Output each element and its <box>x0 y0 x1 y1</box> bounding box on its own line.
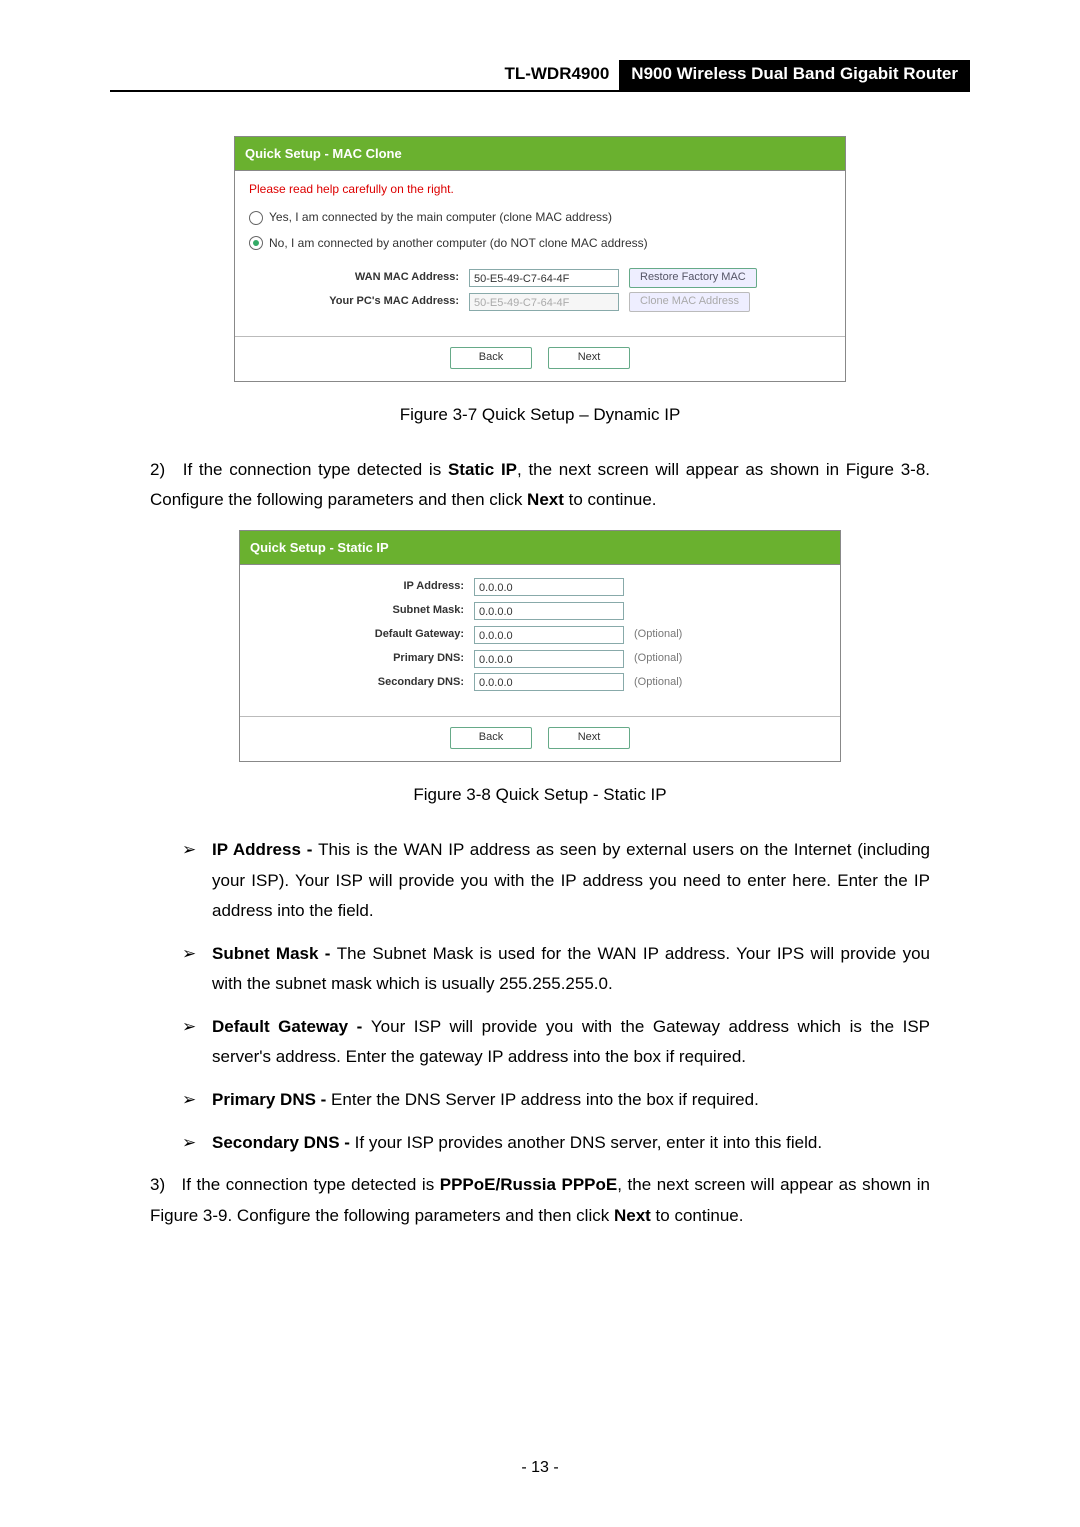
field-label: Primary DNS: <box>254 649 474 669</box>
field-input[interactable]: 0.0.0.0 <box>474 578 624 596</box>
form-row: Secondary DNS:0.0.0.0 (Optional) <box>254 673 826 693</box>
radio-no-label: No, I am connected by another computer (… <box>269 233 648 255</box>
bullet-text: Secondary DNS - If your ISP provides ano… <box>212 1128 930 1159</box>
field-label: Subnet Mask: <box>254 601 474 621</box>
field-input[interactable]: 0.0.0.0 <box>474 673 624 691</box>
bullet-text: Default Gateway - Your ISP will provide … <box>212 1012 930 1073</box>
bullet-mark-icon: ➢ <box>180 1012 212 1073</box>
field-label: Secondary DNS: <box>254 673 474 693</box>
form-row: Default Gateway:0.0.0.0 (Optional) <box>254 625 826 645</box>
back-button[interactable]: Back <box>450 347 532 369</box>
clone-mac-button: Clone MAC Address <box>629 292 750 312</box>
form-row: Primary DNS:0.0.0.0 (Optional) <box>254 649 826 669</box>
model-label: TL-WDR4900 <box>494 60 619 90</box>
radio-yes-label: Yes, I am connected by the main computer… <box>269 207 612 229</box>
figure-3-7: Quick Setup - MAC Clone Please read help… <box>150 136 930 382</box>
mac-clone-panel: Quick Setup - MAC Clone Please read help… <box>234 136 846 382</box>
page-content: Quick Setup - MAC Clone Please read help… <box>110 92 970 1231</box>
field-input[interactable]: 0.0.0.0 <box>474 602 624 620</box>
figure-3-8-caption: Figure 3-8 Quick Setup - Static IP <box>150 780 930 811</box>
step-3-paragraph: 3) If the connection type detected is PP… <box>150 1170 930 1231</box>
next-button[interactable]: Next <box>548 347 630 369</box>
bullet-mark-icon: ➢ <box>180 835 212 927</box>
figure-3-8: Quick Setup - Static IP IP Address:0.0.0… <box>150 530 930 762</box>
optional-hint: (Optional) <box>634 625 682 645</box>
panel-title: Quick Setup - Static IP <box>240 531 840 565</box>
static-ip-panel: Quick Setup - Static IP IP Address:0.0.0… <box>239 530 841 762</box>
field-label: Default Gateway: <box>254 625 474 645</box>
panel-nav: Back Next <box>235 336 845 381</box>
bullet-text: Subnet Mask - The Subnet Mask is used fo… <box>212 939 930 1000</box>
bullet-item: ➢Primary DNS - Enter the DNS Server IP a… <box>180 1085 930 1116</box>
radio-icon <box>249 236 263 250</box>
help-note: Please read help carefully on the right. <box>249 179 831 201</box>
optional-hint: (Optional) <box>634 649 682 669</box>
step-2-paragraph: 2) If the connection type detected is St… <box>150 455 930 516</box>
bullet-text: IP Address - This is the WAN IP address … <box>212 835 930 927</box>
page-header: TL-WDR4900 N900 Wireless Dual Band Gigab… <box>110 60 970 92</box>
restore-mac-button[interactable]: Restore Factory MAC <box>629 268 757 288</box>
panel-nav: Back Next <box>240 716 840 761</box>
bullet-mark-icon: ➢ <box>180 1085 212 1116</box>
radio-icon <box>249 211 263 225</box>
list-number: 2) <box>150 455 176 486</box>
field-input[interactable]: 0.0.0.0 <box>474 650 624 668</box>
wan-mac-label: WAN MAC Address: <box>249 268 469 288</box>
bullet-mark-icon: ➢ <box>180 1128 212 1159</box>
field-input[interactable]: 0.0.0.0 <box>474 626 624 644</box>
manual-page: TL-WDR4900 N900 Wireless Dual Band Gigab… <box>0 0 1080 1527</box>
back-button[interactable]: Back <box>450 727 532 749</box>
field-label: IP Address: <box>254 577 474 597</box>
pc-mac-label: Your PC's MAC Address: <box>249 292 469 312</box>
optional-hint: (Optional) <box>634 673 682 693</box>
bullet-mark-icon: ➢ <box>180 939 212 1000</box>
field-descriptions: ➢IP Address - This is the WAN IP address… <box>150 835 930 1158</box>
bullet-text: Primary DNS - Enter the DNS Server IP ad… <box>212 1085 930 1116</box>
panel-title: Quick Setup - MAC Clone <box>235 137 845 171</box>
bullet-item: ➢Secondary DNS - If your ISP provides an… <box>180 1128 930 1159</box>
list-number: 3) <box>150 1170 176 1201</box>
radio-yes-row[interactable]: Yes, I am connected by the main computer… <box>249 207 831 229</box>
bullet-item: ➢IP Address - This is the WAN IP address… <box>180 835 930 927</box>
pc-mac-input: 50-E5-49-C7-64-4F <box>469 293 619 311</box>
bullet-item: ➢Default Gateway - Your ISP will provide… <box>180 1012 930 1073</box>
product-title: N900 Wireless Dual Band Gigabit Router <box>619 60 970 90</box>
wan-mac-input[interactable]: 50-E5-49-C7-64-4F <box>469 269 619 287</box>
next-button[interactable]: Next <box>548 727 630 749</box>
radio-no-row[interactable]: No, I am connected by another computer (… <box>249 233 831 255</box>
bullet-item: ➢Subnet Mask - The Subnet Mask is used f… <box>180 939 930 1000</box>
page-number: - 13 - <box>0 1459 1080 1477</box>
figure-3-7-caption: Figure 3-7 Quick Setup – Dynamic IP <box>150 400 930 431</box>
form-row: IP Address:0.0.0.0 <box>254 577 826 597</box>
form-row: Subnet Mask:0.0.0.0 <box>254 601 826 621</box>
